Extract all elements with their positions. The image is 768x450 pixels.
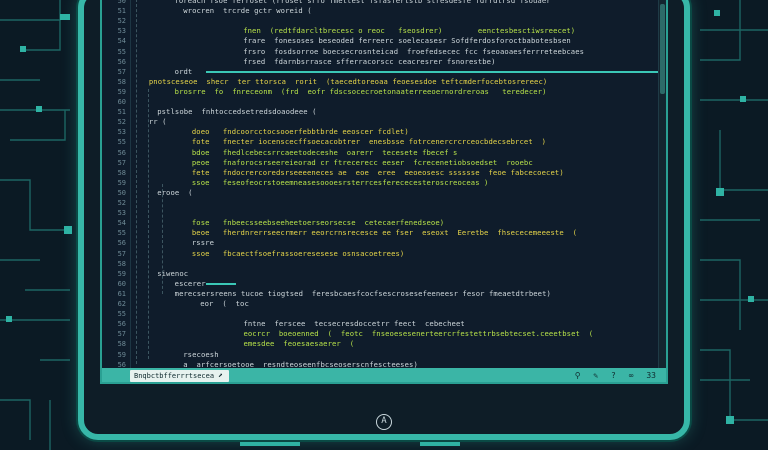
line-number: 60 [117,279,126,288]
line-number: 50 [117,188,126,197]
code-line[interactable]: frare fonesoses beseoded ferreerc soelec… [243,36,571,46]
code-line[interactable]: rssre [183,238,223,248]
line-number: 51 [117,108,126,117]
search-icon[interactable]: ⚲ [575,371,581,380]
code-area[interactable]: foreach fsoe ferroset (rroset srfo fmett… [132,0,666,369]
code-line[interactable]: fete fndocrercoredsrseeeeneces ae eoe er… [183,168,564,178]
code-line[interactable]: fntne ferscee tecsecresdoccetrr feect ce… [235,319,465,329]
code-icon[interactable]: ∞ [629,371,634,380]
line-number: 62 [117,300,126,308]
line-number: 52 [117,199,126,207]
line-number: 60 [117,98,126,106]
home-button[interactable]: A [376,414,392,430]
line-number: 61 [117,289,126,298]
line-number: 57 [117,330,126,339]
line-number: 53 [117,128,126,137]
pin-icon[interactable]: ⬈ [218,371,223,380]
line-number: 53 [117,209,126,218]
line-number: 58 [117,259,126,268]
line-highlight [205,70,666,73]
line-number: 56 [117,148,126,157]
line-number: 55 [117,310,126,319]
line-number: 55 [117,229,126,238]
question-icon[interactable]: ? [611,371,616,380]
line-number: 54 [117,219,126,228]
code-line[interactable]: fote fnecter iocenscecffsoecacobtrer ene… [183,137,546,147]
line-number: 59 [117,269,126,278]
line-number: 56 [117,239,126,248]
line-number-gutter: 50 51 52 53 54 55 56 57 58 59 60 51 52 53 55 56 57 58 59 50… [102,0,131,369]
line-number: 56 [117,320,126,329]
line-number: 57 [117,67,126,76]
line-number: 53 [117,27,126,36]
line-highlight [205,282,236,285]
code-line[interactable]: rr ( [140,117,167,127]
code-line[interactable]: wrocren trcrde gctr woreid ( [174,6,311,16]
code-line[interactable]: pstlsobe fnhtoccedsetredsdoaodeee ( [157,107,316,117]
code-line[interactable]: pnotsceseoe shecr ter ttorsca rorit (tae… [140,77,547,87]
line-number: 54 [117,37,126,46]
line-number: 58 [117,77,126,86]
code-line[interactable]: ssoe feseofeocrstoeemneasesoooesrsterrce… [183,178,489,188]
indent-guide [148,89,149,359]
line-number: 52 [117,17,126,26]
line-number: 55 [117,47,126,56]
line-number: 51 [117,7,126,16]
code-line[interactable]: fnen (redtfdarcltbrecesc o reoc fseosdre… [243,26,575,36]
code-line[interactable]: ssoe fbcaectfsoefrassoeresesese osnsacoe… [183,249,404,259]
code-line[interactable]: doeo fndcoorcctocsooerfebbtbrde eeoscer … [183,127,409,137]
scrollbar-thumb[interactable] [660,4,665,94]
code-line[interactable]: siwenoc [157,269,188,279]
line-number: 52 [117,118,126,127]
code-line[interactable]: ordt [166,67,201,77]
code-token: eenctesbesctiwsreecet) [442,26,576,36]
wrench-icon[interactable]: ✎ [593,371,598,380]
line-number: 55 [117,138,126,147]
line-number: 57 [117,249,126,258]
code-line[interactable]: beoe fherdnrerrseecrmerr eeorcrnsrecesce… [183,228,577,238]
code-line[interactable]: emesdee feoesaesaerer ( [235,339,355,349]
code-line[interactable]: erooe ( [157,188,192,198]
code-line[interactable]: merecsersreens tucoe tiogtsed feresbcaes… [166,289,551,299]
code-line[interactable]: brosrre fo fnreceonm (frd eofr fdscsocec… [166,87,547,97]
code-line[interactable]: eocrcr boeoenned ( feotc fnseoesesenerte… [235,329,594,339]
line-number: 58 [117,168,126,177]
file-tab[interactable]: Bnqbctbfferrrtsecea ⬈ [130,370,229,382]
line-number: 58 [117,340,126,349]
code-line[interactable]: frsed fdarnbsrrasce sfferracorscc ceacre… [243,57,495,67]
line-number: 59 [117,87,126,96]
code-line[interactable]: eor ( toc [200,299,249,309]
line-number: 50 [117,0,126,5]
code-line[interactable]: frsro fosdsorroe boecsecrosnteicad froef… [243,47,584,57]
file-tab-label: Bnqbctbfferrrtsecea [134,372,215,380]
code-line[interactable]: peoe fnaforocsrseereieorad cr ftrecerecc… [183,158,533,168]
code-editor-screen: 50 51 52 53 54 55 56 57 58 59 60 51 52 53 55 56 57 58 59 50… [100,0,668,384]
code-line[interactable]: bdoe fhedlcebecsrrcaeetodeceshe oarerr t… [183,148,458,158]
tablet-device: 50 51 52 53 54 55 56 57 58 59 60 51 52 53 55 56 57 58 59 50… [78,0,690,440]
code-line[interactable]: escerer [166,279,206,289]
line-count: 33 [646,371,656,380]
vertical-scrollbar[interactable] [658,0,666,368]
indent-guide [136,0,137,364]
code-line[interactable]: foreach fsoe ferroset (rroset srfo fmett… [174,0,550,6]
line-number: 57 [117,158,126,167]
code-line[interactable]: fose fnbeecsseebseeheetoerseorsecse cete… [183,218,444,228]
status-bar: Bnqbctbfferrrtsecea ⬈ ⚲ ✎ ? ∞ 33 [102,368,666,382]
status-icons: ⚲ ✎ ? ∞ 33 [567,370,656,382]
code-line[interactable]: rsecoesh [174,350,218,360]
line-number: 59 [117,178,126,187]
line-number: 59 [117,350,126,359]
line-number: 56 [117,57,126,66]
